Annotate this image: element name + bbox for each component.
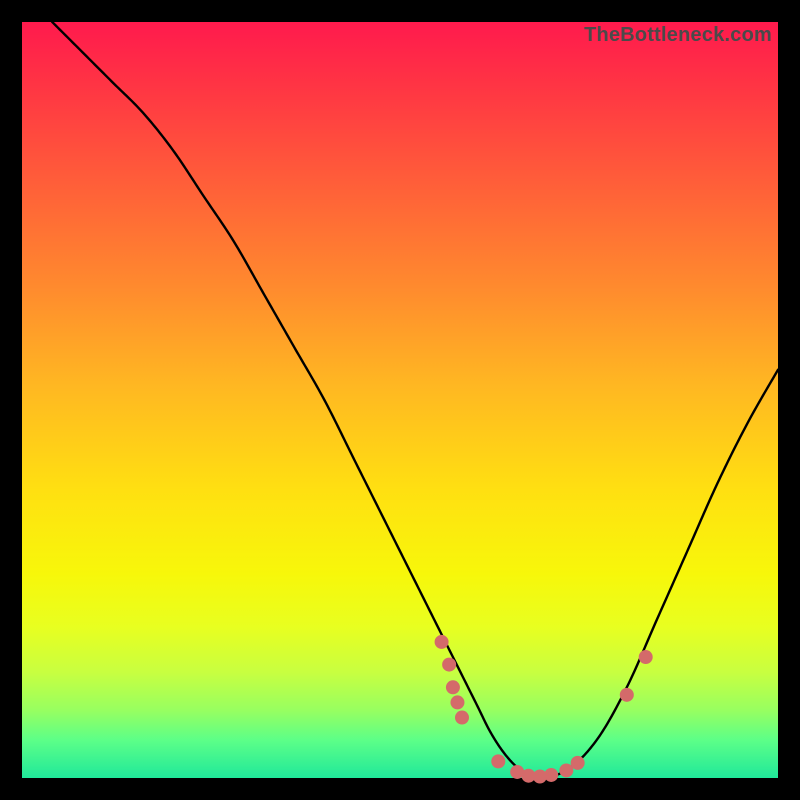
curve-marker (544, 768, 558, 782)
curve-marker (435, 635, 449, 649)
curve-marker (450, 695, 464, 709)
curve-marker (455, 711, 469, 725)
curve-marker (571, 756, 585, 770)
plot-area: TheBottleneck.com (22, 22, 778, 778)
curve-marker (446, 680, 460, 694)
curve-marker (639, 650, 653, 664)
curve-marker (620, 688, 634, 702)
curve-layer (22, 22, 778, 778)
curve-markers (435, 635, 653, 784)
bottleneck-curve (52, 22, 778, 778)
chart-frame: TheBottleneck.com (22, 22, 778, 778)
curve-marker (442, 658, 456, 672)
curve-marker (491, 754, 505, 768)
